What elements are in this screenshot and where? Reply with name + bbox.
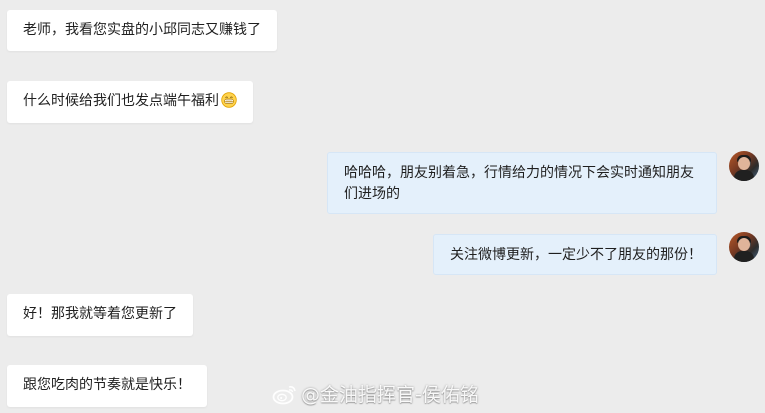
message-text: 什么时候给我们也发点端午福利 — [23, 93, 219, 109]
watermark: @金油指挥官-侯佑铭 — [272, 380, 479, 407]
message-bubble-outgoing: 哈哈哈，朋友别着急，行情给力的情况下会实时通知朋友们进场的 — [327, 152, 717, 214]
message-text: 哈哈哈，朋友别着急，行情给力的情况下会实时通知朋友们进场的 — [344, 165, 694, 202]
message-bubble-incoming: 什么时候给我们也发点端午福利 — [7, 81, 253, 123]
message-text: 好！那我就等着您更新了 — [23, 306, 177, 322]
message-text: 老师，我看您实盘的小邱同志又赚钱了 — [23, 22, 261, 38]
message-bubble-incoming: 跟您吃肉的节奏就是快乐！ — [7, 365, 207, 407]
message-text: 关注微博更新，一定少不了朋友的那份！ — [450, 247, 702, 263]
message-bubble-incoming: 老师，我看您实盘的小邱同志又赚钱了 — [7, 10, 277, 51]
avatar[interactable] — [729, 151, 759, 181]
message-bubble-incoming: 好！那我就等着您更新了 — [7, 294, 193, 336]
avatar[interactable] — [729, 232, 759, 262]
message-bubble-outgoing: 关注微博更新，一定少不了朋友的那份！ — [433, 234, 717, 275]
message-text: 跟您吃肉的节奏就是快乐！ — [23, 377, 191, 393]
watermark-text: @金油指挥官-侯佑铭 — [301, 384, 479, 406]
grinning-face-icon — [221, 92, 237, 108]
weibo-logo-icon — [272, 386, 296, 405]
